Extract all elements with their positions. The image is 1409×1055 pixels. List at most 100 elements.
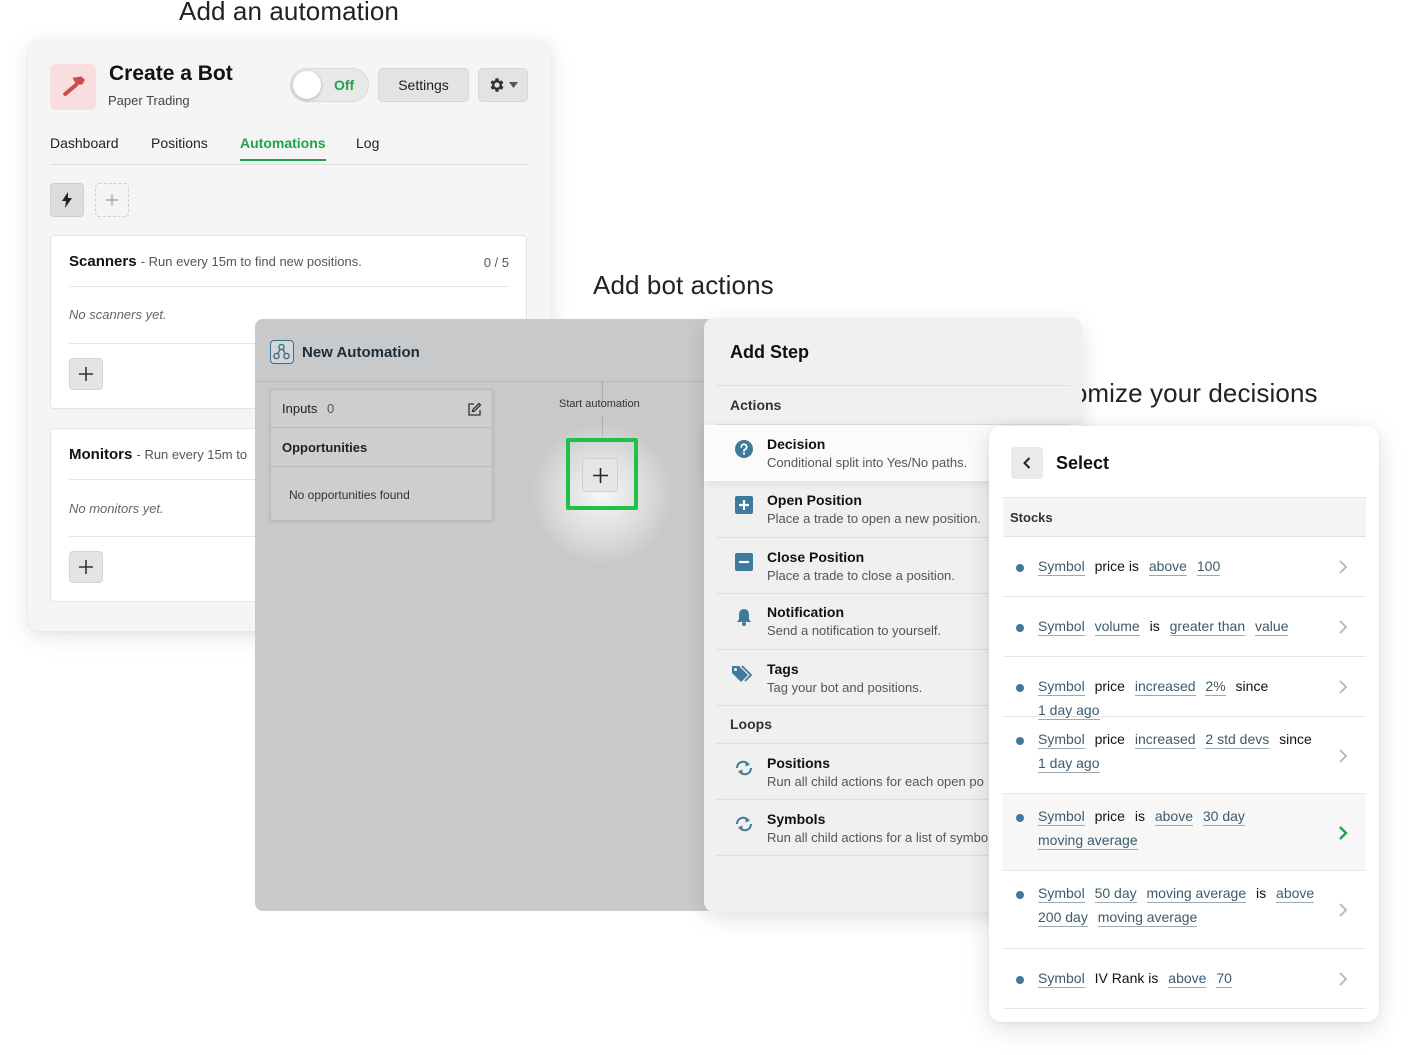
actions-section-label: Actions — [730, 397, 782, 413]
step-description: Place a trade to close a position. — [767, 568, 955, 583]
condition-row[interactable]: Symbol price increased 2% since 1 day ag… — [1003, 657, 1366, 720]
condition-row[interactable]: Symbol price is above 30 day moving aver… — [1003, 794, 1366, 871]
condition-token[interactable]: 50 day — [1094, 884, 1137, 903]
add-monitor-button[interactable] — [69, 551, 103, 583]
condition-token[interactable]: moving average — [1146, 884, 1247, 903]
settings-button[interactable]: Settings — [378, 68, 469, 102]
condition-token[interactable]: Symbol — [1038, 969, 1085, 988]
condition-token[interactable]: Symbol — [1038, 730, 1085, 749]
bot-active-toggle[interactable]: Off — [290, 68, 369, 102]
condition-word: since — [1279, 731, 1312, 747]
condition-text: Symbol volume is greater than value — [1038, 615, 1338, 639]
trigger-button[interactable] — [50, 183, 84, 217]
back-button[interactable] — [1011, 447, 1043, 479]
inputs-row[interactable]: Inputs 0 — [271, 390, 492, 428]
bullet-dot — [1016, 624, 1024, 632]
condition-word: price is — [1094, 558, 1139, 574]
condition-row[interactable]: Symbol IV Rank is above 70 — [1003, 949, 1366, 1009]
chevron-right-icon — [1339, 903, 1348, 917]
bot-tabs: Dashboard Positions Automations Log — [50, 133, 528, 165]
monitors-empty: No monitors yet. — [69, 501, 164, 516]
chevron-right-icon — [1339, 560, 1348, 574]
scanners-empty: No scanners yet. — [69, 307, 167, 322]
chevron-right-icon — [1339, 748, 1348, 763]
condition-token[interactable]: Symbol — [1038, 677, 1085, 696]
condition-token[interactable]: above — [1154, 807, 1193, 826]
tags-icon — [732, 665, 753, 682]
step-name: Positions — [767, 755, 831, 771]
step-name: Symbols — [767, 811, 826, 827]
bullet-dot — [1016, 814, 1024, 822]
scanners-description: - Run every 15m to find new positions. — [140, 254, 362, 269]
loops-section-label: Loops — [730, 716, 772, 732]
chevron-right-icon — [1339, 680, 1348, 694]
condition-token[interactable]: above — [1148, 557, 1187, 576]
bullet-dot — [1016, 684, 1024, 692]
condition-token[interactable]: 200 day — [1038, 908, 1088, 927]
condition-token[interactable]: 100 — [1196, 557, 1221, 576]
chevron-right-icon — [1339, 825, 1348, 840]
tab-dashboard[interactable]: Dashboard — [50, 135, 119, 159]
plus-square-icon — [735, 496, 753, 514]
condition-token[interactable]: 2 std devs — [1205, 730, 1270, 749]
toggle-label: Off — [334, 77, 355, 93]
condition-token[interactable]: above — [1168, 969, 1207, 988]
condition-token[interactable]: 1 day ago — [1038, 754, 1100, 773]
add-step-title: Add Step — [730, 342, 809, 362]
chevron-down-icon — [509, 82, 518, 88]
monitors-description: - Run every 15m to — [136, 447, 248, 462]
condition-token[interactable]: Symbol — [1038, 617, 1085, 636]
step-description: Run all child actions for each open po — [767, 774, 984, 789]
step-name: Notification — [767, 604, 844, 620]
condition-text: Symbol price increased 2% since 1 day ag… — [1038, 675, 1338, 722]
start-automation-label: Start automation — [559, 398, 640, 410]
scanners-count: 0 / 5 — [483, 255, 509, 270]
tab-positions[interactable]: Positions — [151, 135, 208, 159]
step-description: Tag your bot and positions. — [767, 680, 923, 695]
edit-icon[interactable] — [467, 402, 482, 417]
condition-token[interactable]: above — [1276, 884, 1315, 903]
inputs-label: Inputs — [282, 401, 318, 416]
condition-token[interactable]: moving average — [1097, 908, 1198, 927]
plus-icon — [79, 367, 93, 381]
step-name: Close Position — [767, 549, 865, 565]
select-condition-panel: Select Stocks Symbol price is above 100 … — [989, 426, 1379, 1022]
heading-add-bot-actions: Add bot actions — [593, 270, 774, 300]
condition-row[interactable]: Symbol price is above 100 — [1003, 537, 1366, 597]
condition-word: is — [1256, 885, 1267, 901]
condition-token[interactable]: increased — [1134, 677, 1196, 696]
add-scanner-button[interactable] — [69, 358, 103, 390]
minus-square-icon — [735, 553, 753, 571]
tab-log[interactable]: Log — [356, 135, 379, 159]
condition-word: price — [1094, 731, 1125, 747]
condition-token[interactable]: moving average — [1038, 831, 1138, 850]
condition-row[interactable]: Symbol volume is greater than value — [1003, 597, 1366, 657]
lightning-icon — [62, 192, 72, 208]
condition-token[interactable]: Symbol — [1038, 884, 1085, 903]
gear-menu-button[interactable] — [478, 68, 528, 102]
bell-icon — [737, 609, 751, 626]
condition-token[interactable]: 30 day — [1202, 807, 1245, 826]
condition-token[interactable]: Symbol — [1038, 557, 1085, 576]
condition-token[interactable]: greater than — [1169, 617, 1246, 636]
tab-automations[interactable]: Automations — [240, 135, 326, 161]
add-step-button[interactable] — [582, 458, 618, 492]
add-step-highlight — [566, 438, 638, 510]
automation-network-icon — [270, 340, 294, 364]
add-trigger-button[interactable] — [95, 183, 129, 217]
condition-token[interactable]: 2% — [1205, 677, 1226, 696]
condition-token[interactable]: 70 — [1216, 969, 1232, 988]
scanners-title-row: Scanners - Run every 15m to find new pos… — [69, 253, 362, 270]
condition-token[interactable]: increased — [1134, 730, 1196, 749]
condition-token[interactable]: Symbol — [1038, 807, 1085, 826]
bullet-dot — [1016, 564, 1024, 572]
loop-icon — [735, 760, 753, 776]
condition-token[interactable]: value — [1255, 617, 1289, 636]
condition-row[interactable]: Symbol price increased 2 std devs since … — [1003, 717, 1366, 794]
opportunities-row[interactable]: Opportunities — [271, 428, 492, 467]
condition-word: price — [1094, 678, 1125, 694]
step-description: Send a notification to yourself. — [767, 623, 942, 638]
bullet-dot — [1016, 976, 1024, 984]
condition-token[interactable]: volume — [1094, 617, 1140, 636]
condition-row[interactable]: Symbol 50 day moving average is above 20… — [1003, 871, 1366, 949]
